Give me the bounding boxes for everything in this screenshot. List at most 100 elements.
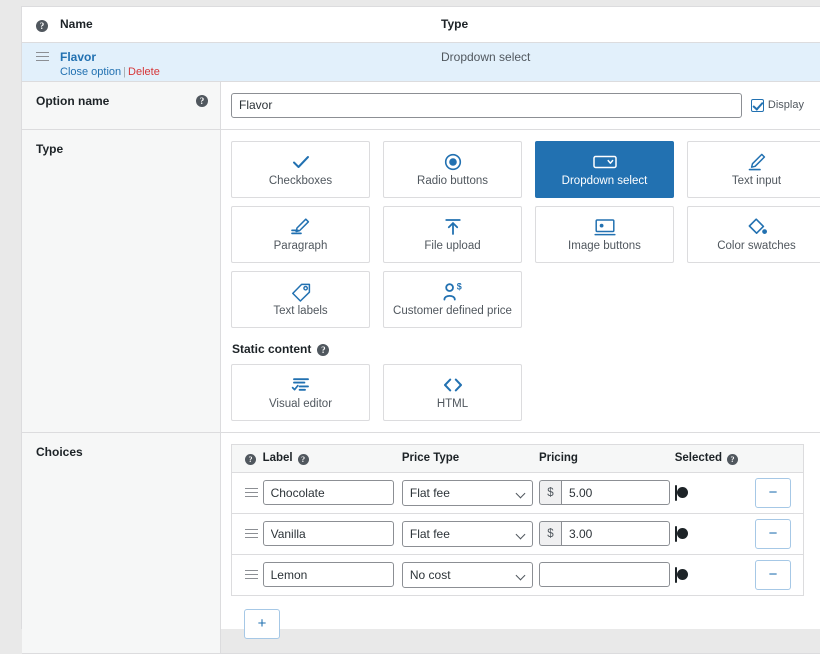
type-body: Checkboxes Radio buttons Dropdown select <box>221 130 820 432</box>
delete-option-link[interactable]: Delete <box>128 66 160 78</box>
close-option-link[interactable]: Close option <box>60 66 121 78</box>
choices-header-selected-text: Selected <box>675 452 722 464</box>
choice-drag-handle[interactable] <box>232 554 262 595</box>
type-card-customer-defined-price[interactable]: $ Customer defined price <box>383 271 522 328</box>
drag-handle-icon[interactable] <box>245 488 258 499</box>
choice-selected-cell <box>674 472 754 513</box>
static-content-label: Static content <box>232 342 311 356</box>
display-checkbox-group[interactable]: Display <box>751 99 804 112</box>
choice-label-cell <box>262 554 401 595</box>
choices-header-label-text: Label <box>263 452 293 464</box>
drag-handle-icon[interactable] <box>245 529 258 540</box>
choice-pricing-cell <box>538 554 674 595</box>
drag-handle-icon[interactable] <box>36 52 49 63</box>
image-button-icon <box>594 217 616 237</box>
options-table: ? Name Type Flavor Close option|Delete D… <box>22 7 820 82</box>
help-icon[interactable]: ? <box>196 95 208 107</box>
drag-handle-icon[interactable] <box>245 570 258 581</box>
option-name-input[interactable] <box>231 93 742 118</box>
choices-header-pricing: Pricing <box>538 444 674 472</box>
type-card-color-swatches[interactable]: Color swatches <box>687 206 820 263</box>
dropdown-select-icon <box>593 152 617 172</box>
action-separator: | <box>121 66 128 78</box>
choice-pricing-cell: $ <box>538 513 674 554</box>
option-editor-panel: ? Name Type Flavor Close option|Delete D… <box>21 6 820 629</box>
choice-drag-handle[interactable] <box>232 513 262 554</box>
option-type-cell: Dropdown select <box>440 42 820 81</box>
type-card-image-buttons[interactable]: Image buttons <box>535 206 674 263</box>
choices-header-selected: Selected ? <box>674 444 754 472</box>
paragraph-pencil-icon <box>289 217 313 237</box>
type-card-label: Text labels <box>273 305 327 317</box>
field-row-option-name: Option name ? Display <box>22 82 820 130</box>
type-card-dropdown-select[interactable]: Dropdown select <box>535 141 674 198</box>
type-card-radio-buttons[interactable]: Radio buttons <box>383 141 522 198</box>
type-card-html[interactable]: HTML <box>383 364 522 421</box>
header-name: Name <box>60 7 440 42</box>
tag-label-icon <box>290 282 312 302</box>
display-checkbox[interactable] <box>751 99 764 112</box>
choice-selected-cell <box>674 513 754 554</box>
options-table-header-row: ? Name Type <box>22 7 820 42</box>
choice-actions-cell: − <box>754 472 804 513</box>
code-brackets-icon <box>440 375 466 395</box>
table-row: Flat fee $ <box>232 472 804 513</box>
option-name-label: Option name <box>36 94 109 108</box>
choice-drag-handle[interactable] <box>232 472 262 513</box>
upload-arrow-icon <box>443 217 463 237</box>
choice-price-input[interactable] <box>561 521 670 546</box>
type-card-label: File upload <box>424 240 480 252</box>
pencil-underline-icon <box>746 152 768 172</box>
choice-price-input[interactable] <box>561 480 670 505</box>
choice-selected-toggle[interactable] <box>675 567 677 583</box>
choice-price-type-select[interactable]: Flat fee <box>402 480 533 506</box>
remove-choice-button[interactable]: − <box>755 478 791 508</box>
type-card-label: Visual editor <box>269 398 332 410</box>
help-icon[interactable]: ? <box>36 20 48 32</box>
type-card-file-upload[interactable]: File upload <box>383 206 522 263</box>
help-icon[interactable]: ? <box>245 454 256 465</box>
option-name-label-cell: Option name ? <box>22 82 221 129</box>
type-card-text-labels[interactable]: Text labels <box>231 271 370 328</box>
option-title-link[interactable]: Flavor <box>60 50 439 64</box>
type-card-paragraph[interactable]: Paragraph <box>231 206 370 263</box>
header-type: Type <box>440 7 820 42</box>
choice-price-type-wrap: Flat fee <box>402 480 533 506</box>
choices-header-price-type: Price Type <box>401 444 538 472</box>
choice-price-type-select[interactable]: Flat fee <box>402 521 533 547</box>
checkmark-icon <box>291 152 311 172</box>
paint-bucket-icon <box>746 217 768 237</box>
type-card-checkboxes[interactable]: Checkboxes <box>231 141 370 198</box>
choice-label-input[interactable] <box>263 521 394 546</box>
help-icon[interactable]: ? <box>727 454 738 465</box>
choice-selected-toggle[interactable] <box>675 485 677 501</box>
visual-editor-icon <box>290 375 312 395</box>
choices-header-actions <box>754 444 804 472</box>
choice-price-group: $ <box>539 480 670 505</box>
option-name-body: Display <box>221 82 820 129</box>
option-row-flavor[interactable]: Flavor Close option|Delete Dropdown sele… <box>22 42 820 81</box>
choice-label-cell <box>262 472 401 513</box>
type-card-visual-editor[interactable]: Visual editor <box>231 364 370 421</box>
option-drag-handle[interactable] <box>22 42 60 81</box>
choice-price-type-select[interactable]: No cost <box>402 562 533 588</box>
add-choice-row: + <box>231 596 804 639</box>
add-choice-button[interactable]: + <box>244 609 280 639</box>
choice-actions-cell: − <box>754 554 804 595</box>
choice-label-input[interactable] <box>263 480 394 505</box>
choice-price-group: $ <box>539 521 670 546</box>
table-row: Flat fee $ <box>232 513 804 554</box>
type-card-label: Paragraph <box>274 240 328 252</box>
choice-selected-cell <box>674 554 754 595</box>
choice-actions-cell: − <box>754 513 804 554</box>
choice-selected-toggle[interactable] <box>675 526 677 542</box>
choice-label-input[interactable] <box>263 562 394 587</box>
type-card-text-input[interactable]: Text input <box>687 141 820 198</box>
remove-choice-button[interactable]: − <box>755 519 791 549</box>
help-icon[interactable]: ? <box>298 454 309 465</box>
remove-choice-button[interactable]: − <box>755 560 791 590</box>
radio-button-icon <box>444 152 462 172</box>
option-row-actions: Close option|Delete <box>60 65 439 80</box>
help-icon[interactable]: ? <box>317 344 329 356</box>
type-card-label: Customer defined price <box>393 305 512 317</box>
